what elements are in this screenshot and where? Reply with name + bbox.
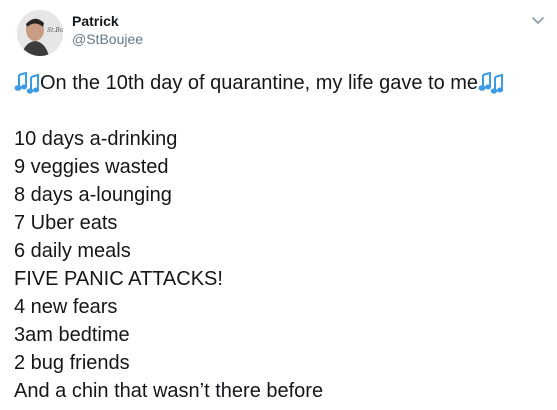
- tweet-line: 4 new fears: [14, 296, 118, 318]
- tweet-intro-text: On the 10th day of quarantine, my life g…: [40, 72, 479, 94]
- tweet-text: On the 10th day of quarantine, my life g…: [14, 69, 550, 405]
- author-names: Patrick @StBoujee: [72, 12, 143, 48]
- musical-notes-icon: [14, 71, 40, 94]
- tweet-intro-line: On the 10th day of quarantine, my life g…: [14, 69, 550, 97]
- avatar[interactable]: St.Boujee: [17, 10, 63, 56]
- tweet-line: 2 bug friends: [14, 352, 130, 374]
- user-handle[interactable]: @StBoujee: [72, 30, 143, 48]
- tweet-line: 3am bedtime: [14, 324, 130, 346]
- tweet-line: 9 veggies wasted: [14, 156, 169, 178]
- tweet-card: St.Boujee Patrick @StBoujee: [0, 0, 557, 410]
- musical-notes-icon: [478, 71, 504, 94]
- display-name[interactable]: Patrick: [72, 12, 143, 30]
- tweet-header: St.Boujee Patrick @StBoujee: [17, 10, 143, 56]
- tweet-line: FIVE PANIC ATTACKS!: [14, 268, 223, 290]
- tweet-line: 6 daily meals: [14, 240, 131, 262]
- tweet-line: 10 days a-drinking: [14, 128, 178, 150]
- tweet-line: And a chin that wasn’t there before: [14, 380, 324, 402]
- svg-text:St.Boujee: St.Boujee: [47, 27, 63, 34]
- chevron-down-icon[interactable]: [531, 13, 545, 27]
- tweet-line: 8 days a-lounging: [14, 184, 172, 206]
- tweet-line: 7 Uber eats: [14, 212, 118, 234]
